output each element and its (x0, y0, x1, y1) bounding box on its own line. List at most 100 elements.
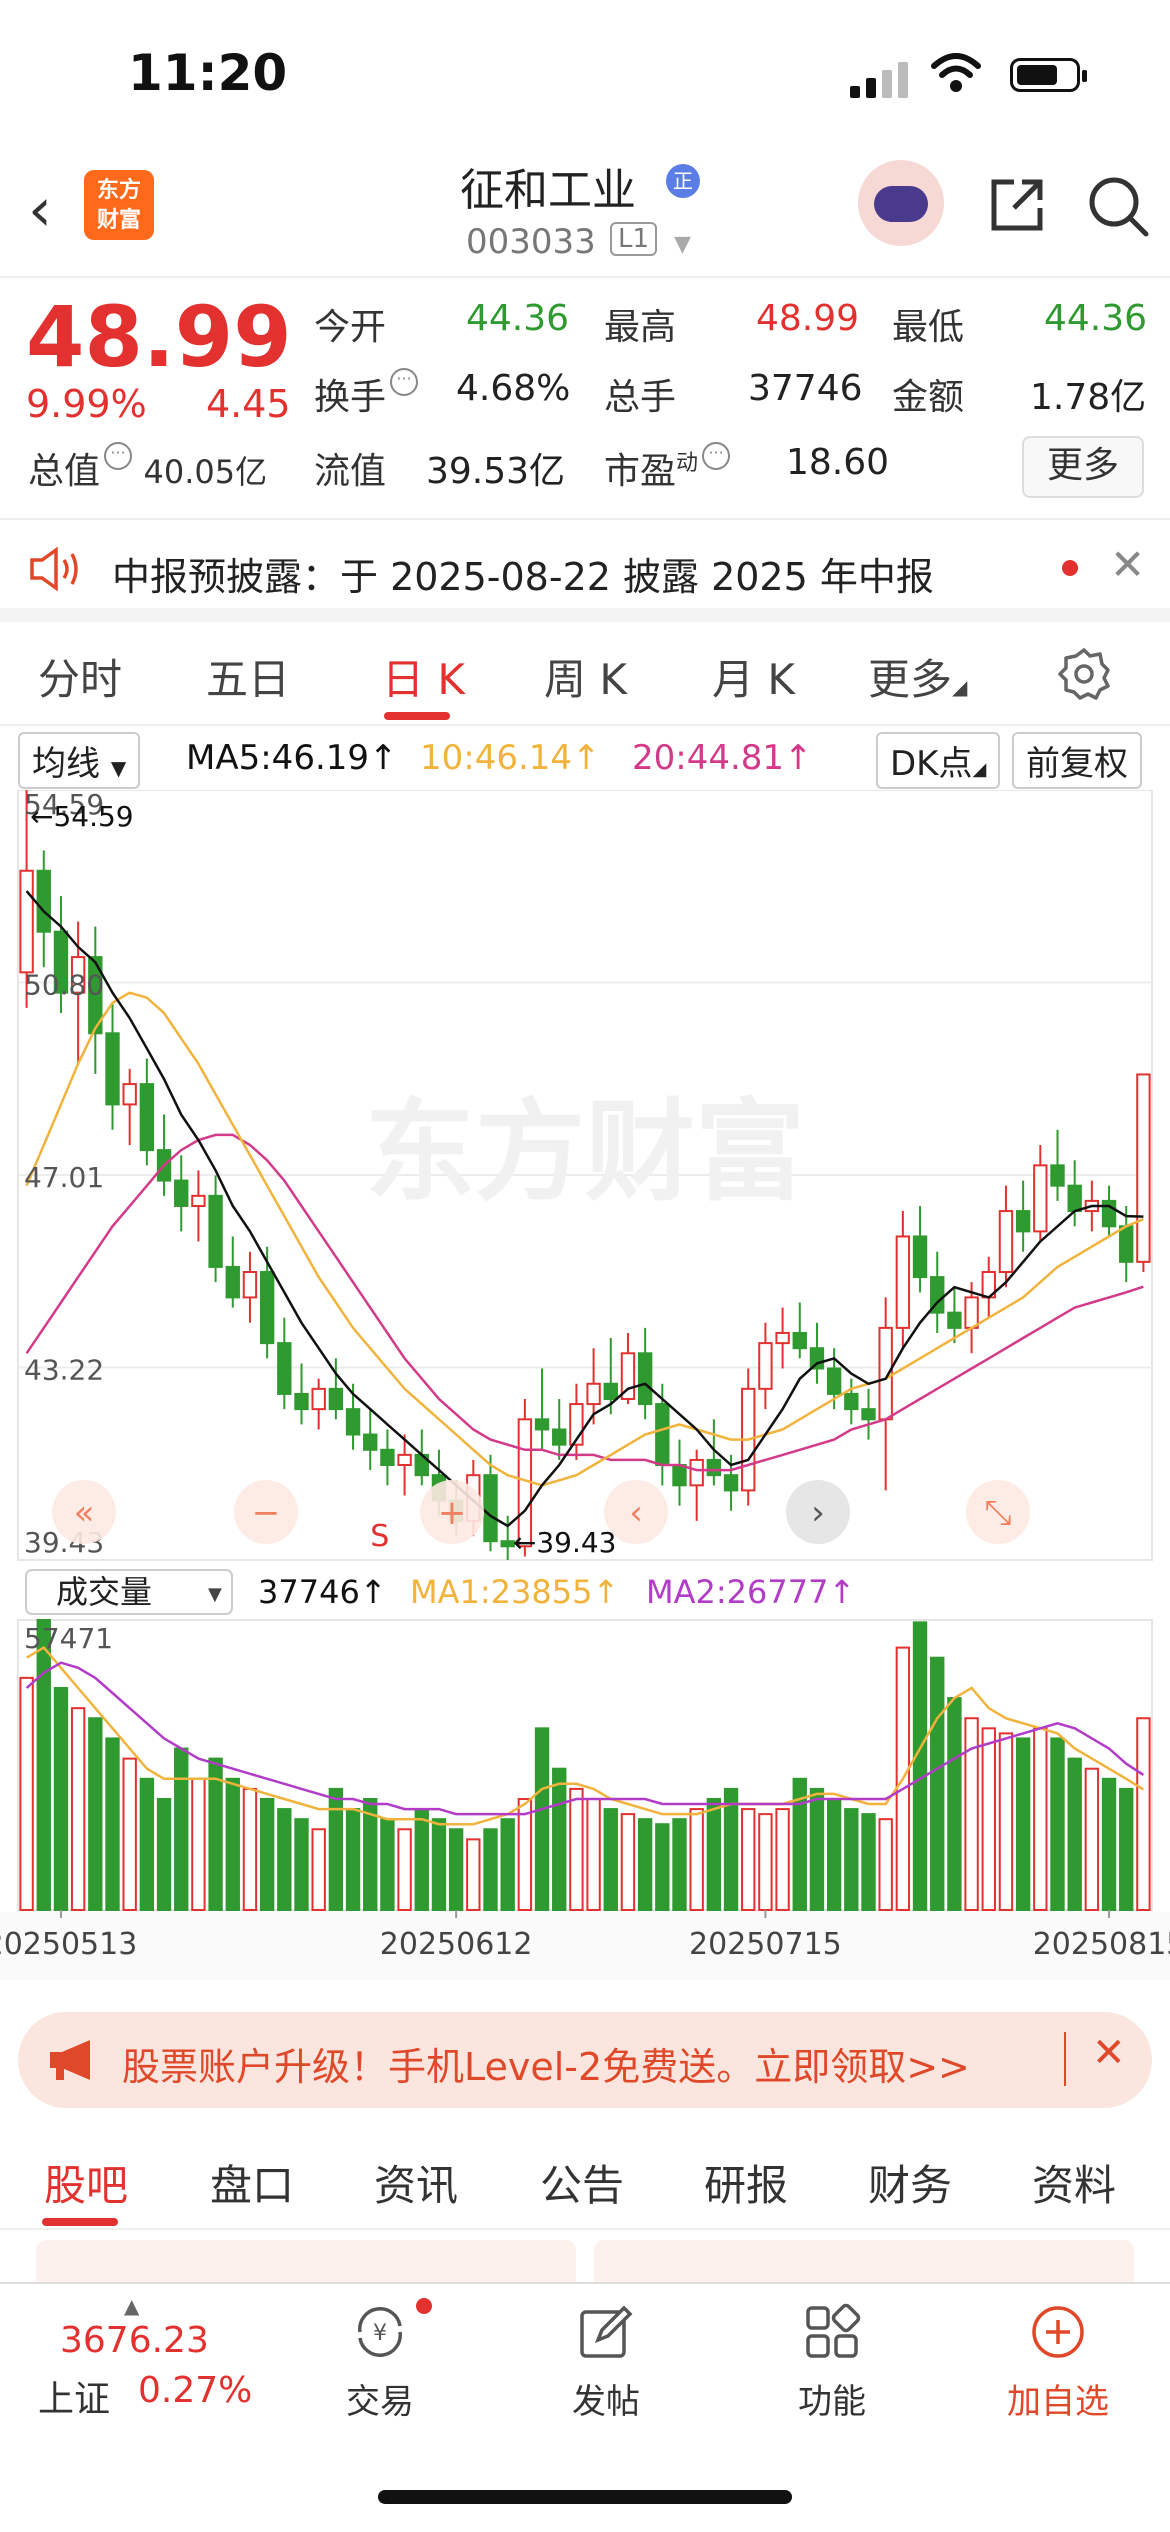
volume-bar (174, 1747, 189, 1912)
more-dots-icon[interactable]: ··· (104, 442, 133, 470)
nav-post[interactable]: 发帖 (536, 2374, 676, 2423)
candle-body (191, 1194, 206, 1207)
candle-body (655, 1403, 670, 1467)
close-icon[interactable]: ✕ (1092, 2030, 1126, 2076)
volume-bar (689, 1808, 704, 1911)
notice-text: 中报预披露：于 2025-08-22 披露 2025 年中报 (112, 555, 934, 599)
trade-icon[interactable]: ¥ (350, 2302, 410, 2362)
index-percent[interactable]: 0.27% (138, 2370, 252, 2411)
tab-announcement[interactable]: 公告 (540, 2152, 624, 2213)
index-name[interactable]: 上证 (38, 2370, 110, 2422)
volume-bar (105, 1737, 120, 1911)
tab-research[interactable]: 研报 (704, 2152, 788, 2213)
promo-banner[interactable]: 股票账户升级！手机Level-2免费送。立即领取>> ✕ (18, 2012, 1152, 2108)
volume-bar (242, 1787, 258, 1911)
volume-bar (534, 1727, 550, 1911)
chevron-down-icon: ◢ (972, 759, 987, 780)
candle-body (1119, 1225, 1134, 1263)
turnover-label-text: 换手 (314, 377, 387, 418)
candle-body (637, 1352, 653, 1406)
promo-text: 股票账户升级！手机Level-2免费送。立即领取>> (122, 2045, 970, 2089)
volume-bar (706, 1797, 722, 1911)
volume-bar (380, 1818, 395, 1912)
candle-body (1101, 1199, 1117, 1228)
speaker-icon (30, 546, 78, 592)
assistant-robot-icon[interactable] (858, 160, 944, 246)
low-label: 最低 (892, 307, 965, 348)
ma-legend-row: 均线 ▼ MA5:46.19↑ 10:46.14↑ 20:44.81↑ DK点◢… (0, 728, 1170, 790)
tab-profile[interactable]: 资料 (1032, 2152, 1116, 2213)
gear-icon[interactable] (1056, 646, 1112, 702)
candle-body (861, 1408, 876, 1421)
volume-bar (294, 1818, 309, 1912)
tab-daily-k[interactable]: 日 K (382, 646, 465, 707)
change-percent: 9.99% (26, 382, 147, 426)
volume-bar (603, 1808, 618, 1911)
volume-bar (19, 1676, 34, 1911)
kline-chart[interactable]: 东方财富54.5950.8047.0143.2239.43←54.59←39.4… (0, 790, 1170, 1980)
battery-icon (1010, 58, 1087, 92)
more-dots-icon[interactable]: ··· (702, 442, 731, 470)
ma-selector[interactable]: 均线 ▼ (18, 732, 141, 789)
candle-body (723, 1474, 739, 1492)
candle-body (689, 1458, 704, 1487)
expand-up-icon[interactable]: ▲ (124, 2294, 139, 2318)
stock-header: ‹ 东方 财富 征和工业 正 003033 L1 ▼ (0, 150, 1170, 278)
nav-functions[interactable]: 功能 (762, 2374, 902, 2423)
more-dots-icon[interactable]: ··· (390, 368, 419, 396)
chevron-down-icon[interactable]: ▼ (674, 232, 691, 257)
volume-bar (655, 1823, 670, 1912)
candle-body (363, 1433, 378, 1451)
volume-bar (431, 1818, 447, 1912)
pe-sup: 动 (676, 451, 699, 476)
volume-bar (1050, 1737, 1065, 1911)
volume-bar (1101, 1777, 1117, 1912)
chevron-down-icon: ◢ (952, 675, 968, 699)
post-card-peek (594, 2240, 1134, 2282)
date-axis-label: 20250815 (1033, 1927, 1170, 1962)
dk-point-button[interactable]: DK点◢ (876, 732, 1001, 789)
add-watchlist-icon[interactable] (1028, 2302, 1088, 2362)
candle-body (139, 1083, 155, 1152)
date-axis-label: 20250513 (0, 1927, 137, 1962)
tab-weekly-k[interactable]: 周 K (544, 646, 627, 707)
functions-icon[interactable] (802, 2302, 862, 2362)
date-axis-band (0, 1912, 1170, 1980)
more-button[interactable]: 更多 (1022, 436, 1144, 498)
tab-more[interactable]: 更多◢ (868, 646, 967, 707)
volume-bar (88, 1717, 103, 1911)
volume-bar (483, 1828, 498, 1912)
chart-control-icon: ⤡ (984, 1493, 1011, 1533)
post-icon[interactable] (576, 2302, 636, 2362)
tab-news[interactable]: 资讯 (374, 2152, 458, 2213)
tab-monthly-k[interactable]: 月 K (712, 646, 795, 707)
tab-five-day[interactable]: 五日 (206, 646, 290, 707)
search-icon[interactable] (1086, 174, 1150, 238)
ma10-label: 10:46.14↑ (420, 738, 601, 778)
nav-trade[interactable]: 交易 (310, 2374, 450, 2423)
volume-bar (620, 1813, 636, 1912)
volume-bar (878, 1818, 893, 1912)
back-icon[interactable]: ‹ (28, 180, 52, 240)
tab-guba[interactable]: 股吧 (44, 2152, 128, 2213)
quote-panel: 48.99 9.99% 4.45 总值 ··· 40.05亿 今开 44.36 最… (0, 278, 1170, 518)
volume-bar (191, 1777, 206, 1912)
adjust-button[interactable]: 前复权 (1012, 732, 1142, 789)
nav-add-watchlist[interactable]: 加自选 (988, 2374, 1128, 2423)
volume-bar (1136, 1717, 1151, 1911)
tab-finance[interactable]: 财务 (868, 2152, 952, 2213)
close-icon[interactable]: ✕ (1110, 540, 1145, 589)
volume-current: 37746↑ (258, 1573, 387, 1611)
candle-body (672, 1464, 687, 1487)
dk-point-label: DK点 (890, 744, 973, 784)
tab-pankou[interactable]: 盘口 (210, 2152, 294, 2213)
tab-intraday[interactable]: 分时 (38, 646, 122, 707)
logo-text-2: 财富 (96, 208, 141, 233)
index-value[interactable]: 3676.23 (60, 2320, 209, 2361)
level-badge[interactable]: L1 (610, 222, 658, 256)
share-icon[interactable] (986, 174, 1048, 236)
volume-bar (844, 1808, 859, 1911)
app-logo[interactable]: 东方 财富 (84, 170, 154, 240)
notice-bar[interactable]: 中报预披露：于 2025-08-22 披露 2025 年中报 ✕ (0, 518, 1170, 622)
status-time: 11:20 (128, 44, 288, 102)
